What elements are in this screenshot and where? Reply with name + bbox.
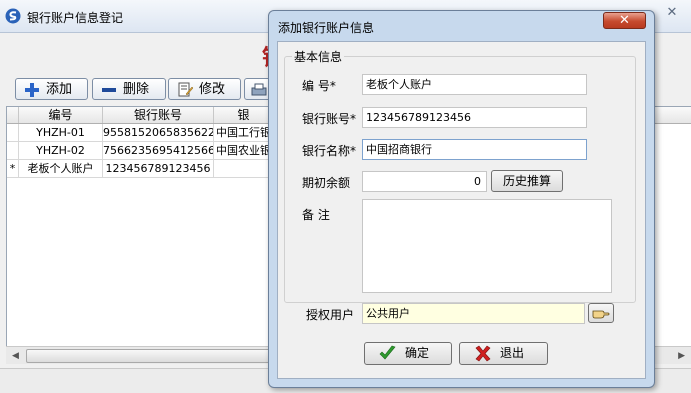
hand-pointer-icon	[592, 310, 610, 319]
header-id[interactable]: 编号	[19, 107, 103, 123]
opening-balance-label: 期初余额	[302, 176, 351, 190]
s-logo-icon	[5, 8, 21, 24]
minus-icon	[102, 88, 116, 92]
row-id: YHZH-02	[19, 142, 103, 160]
plus-icon	[25, 83, 39, 97]
row-id: YHZH-01	[19, 124, 103, 142]
x-icon	[475, 345, 491, 362]
row-account: 75662356954125665	[103, 142, 214, 160]
confirm-button-label: 确定	[405, 346, 430, 360]
account-label: 银行账号*	[302, 112, 357, 126]
row-indicator	[7, 142, 19, 160]
row-indicator: *	[7, 160, 19, 178]
main-window-title: 银行账户信息登记	[27, 11, 124, 25]
row-bank: 中国工行银	[214, 124, 274, 142]
main-close-icon[interactable]: ✕	[661, 4, 683, 22]
bank-name-label: 银行名称*	[302, 144, 357, 158]
opening-balance-field[interactable]: 0	[362, 171, 487, 192]
delete-button[interactable]: 删除	[92, 78, 166, 100]
basic-info-group-title: 基本信息	[292, 48, 345, 65]
edit-button-label: 修改	[199, 82, 226, 97]
row-bank	[214, 160, 274, 178]
add-button-label: 添加	[46, 82, 73, 97]
auth-user-field[interactable]: 公共用户	[362, 303, 585, 324]
row-bank: 中国农业银	[214, 142, 274, 160]
scroll-left-icon[interactable]: ◀	[12, 351, 19, 361]
auth-user-label: 授权用户	[306, 308, 355, 322]
remark-label: 备 注	[302, 208, 330, 222]
remark-field[interactable]	[362, 199, 612, 293]
dialog-close-button[interactable]: ✕	[603, 12, 646, 29]
account-field[interactable]: 123456789123456	[362, 107, 587, 128]
scroll-right-icon[interactable]: ▶	[678, 351, 685, 361]
dialog-title: 添加银行账户信息	[278, 21, 375, 35]
bank-name-field[interactable]: 中国招商银行	[362, 139, 587, 160]
header-indicator	[7, 107, 19, 123]
edit-document-icon	[178, 82, 193, 97]
edit-button[interactable]: 修改	[168, 78, 241, 100]
code-field[interactable]: 老板个人账户	[362, 74, 587, 95]
auth-user-lookup-button[interactable]	[588, 303, 614, 323]
close-icon: ✕	[619, 13, 630, 28]
add-account-dialog: 添加银行账户信息 ✕ 基本信息 编 号* 老板个人账户 银行账号* 123456…	[268, 10, 655, 388]
confirm-button[interactable]: 确定	[364, 342, 452, 365]
exit-button[interactable]: 退出	[459, 342, 548, 365]
check-icon	[379, 345, 396, 360]
add-button[interactable]: 添加	[15, 78, 88, 100]
printer-icon	[251, 83, 267, 96]
row-indicator	[7, 124, 19, 142]
header-bank[interactable]: 银	[214, 107, 274, 123]
exit-button-label: 退出	[500, 346, 525, 360]
row-id: 老板个人账户	[19, 160, 103, 178]
scroll-thumb[interactable]	[26, 349, 278, 363]
row-account: 123456789123456	[103, 160, 214, 178]
code-label: 编 号*	[302, 79, 336, 93]
history-calc-button[interactable]: 历史推算	[491, 170, 563, 192]
delete-button-label: 删除	[123, 82, 150, 97]
dialog-body: 基本信息 编 号* 老板个人账户 银行账号* 123456789123456 银…	[277, 41, 646, 379]
row-account: 95581520658356221	[103, 124, 214, 142]
header-account[interactable]: 银行账号	[103, 107, 214, 123]
